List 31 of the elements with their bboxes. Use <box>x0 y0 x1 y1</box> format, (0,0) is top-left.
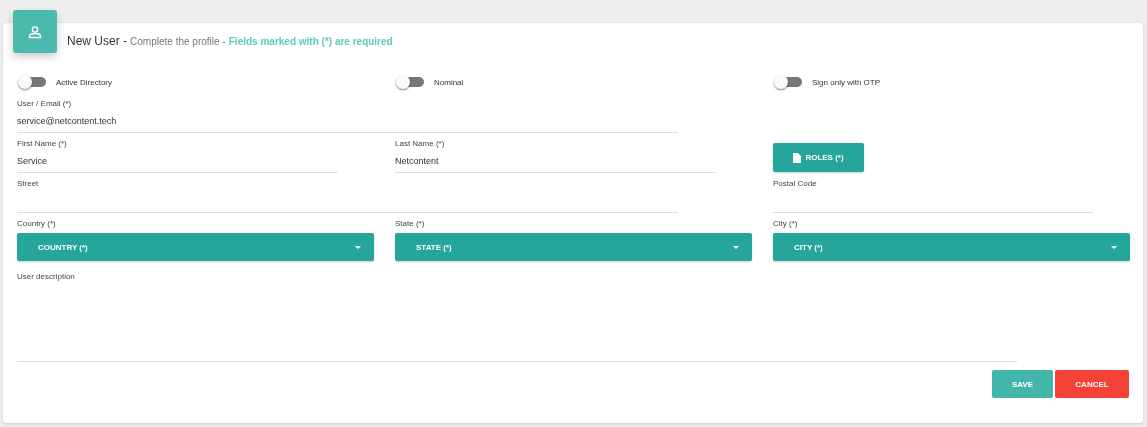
caret-icon <box>355 245 361 249</box>
field-value: Netcontent <box>395 156 440 168</box>
field-label: Postal Code <box>773 179 818 188</box>
postal-code-field[interactable]: Postal Code <box>773 173 1093 213</box>
street-field[interactable]: Street <box>17 173 678 213</box>
caret-icon <box>733 245 739 249</box>
user-icon <box>28 24 42 39</box>
toggle-label: Active Directory <box>56 77 112 87</box>
last-name-field[interactable]: Last Name (*) Netcontent <box>395 133 716 173</box>
field-label: User / Email (*) <box>17 99 73 108</box>
field-label: Street <box>17 179 40 188</box>
field-label: City (*) <box>773 219 799 228</box>
email-field[interactable]: User / Email (*) service@netcontent.tech <box>17 93 678 133</box>
toggle-switch[interactable] <box>398 77 424 87</box>
field-label: Country (*) <box>17 219 57 228</box>
form-title: New User - Complete the profile - Fields marked with (*) are required <box>67 34 393 50</box>
first-name-field[interactable]: First Name (*) Service <box>17 133 338 173</box>
field-label: First Name (*) <box>17 139 68 148</box>
toggle-label: Nominal <box>434 77 464 87</box>
description-field[interactable]: User description <box>17 272 1017 362</box>
field-label: Last Name (*) <box>395 139 446 148</box>
field-label: State (*) <box>395 219 426 228</box>
field-label: User description <box>17 272 76 281</box>
caret-icon <box>1111 245 1117 249</box>
toggle-label: Sign only with OTP <box>812 77 881 87</box>
field-value: service@netcontent.tech <box>17 116 118 128</box>
toggle-switch[interactable] <box>776 77 802 87</box>
cancel-button[interactable]: CANCEL <box>1055 370 1129 398</box>
field-value: Service <box>17 156 48 168</box>
toggle-switch[interactable] <box>20 77 46 87</box>
document-icon <box>793 152 802 163</box>
